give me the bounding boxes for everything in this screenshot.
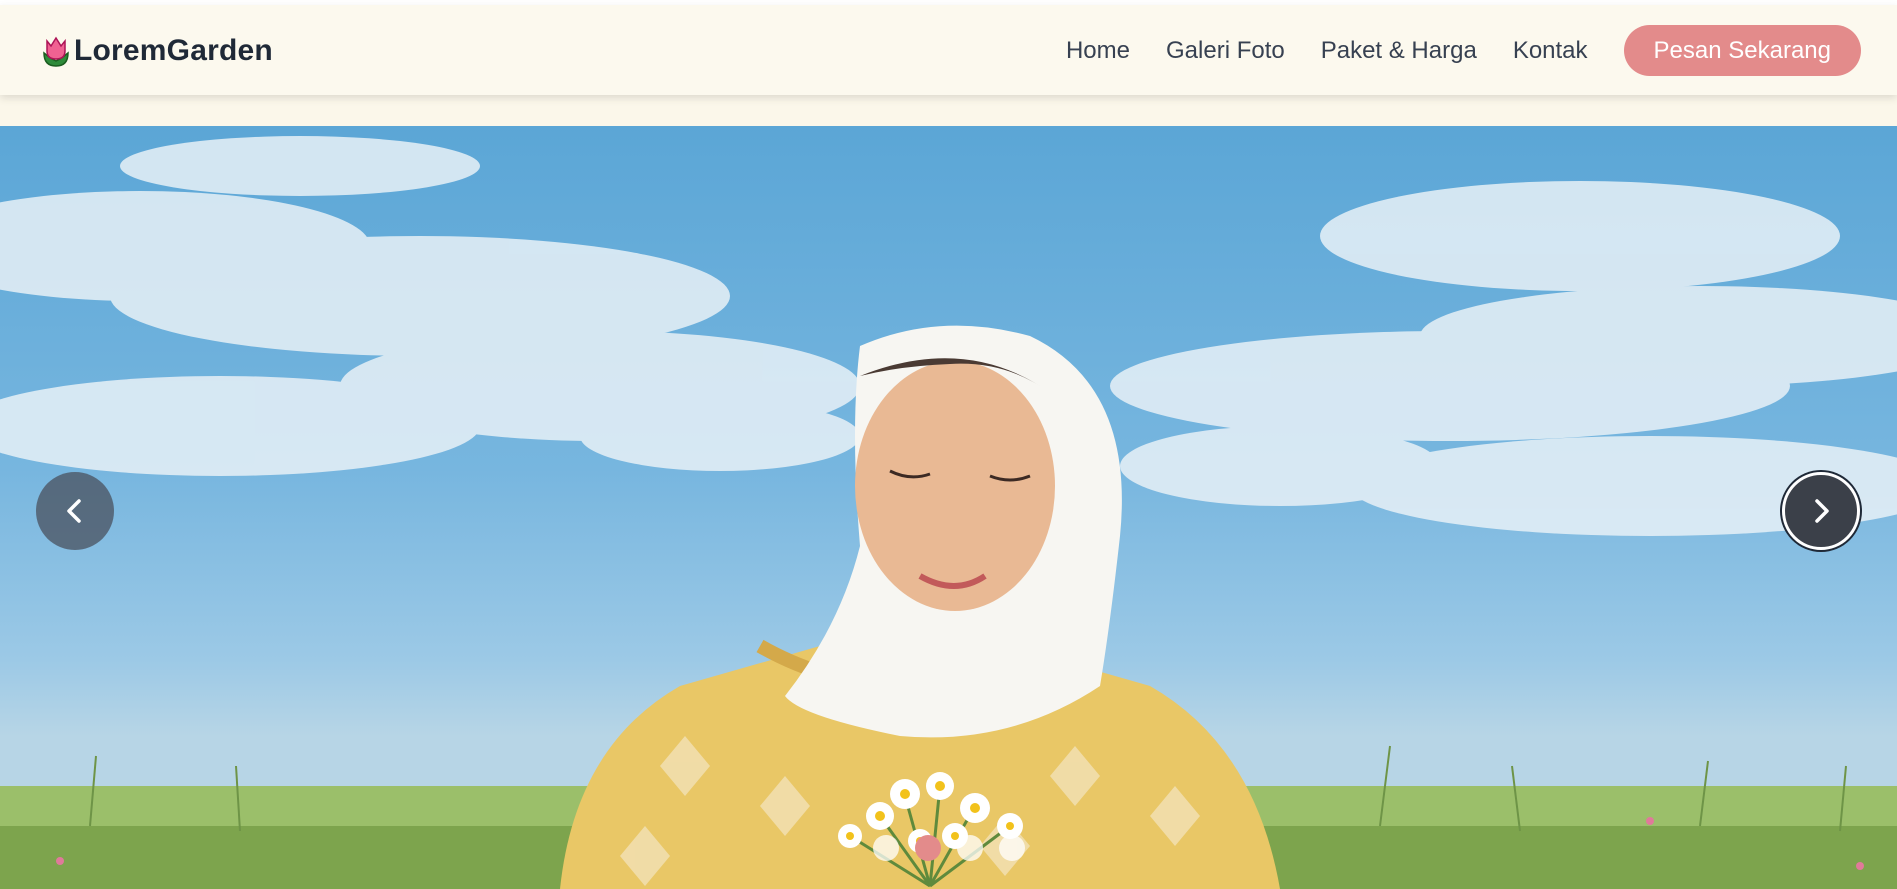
nav-link-paket-harga[interactable]: Paket & Harga	[1321, 37, 1477, 65]
nav-menu: Home Galeri Foto Paket & Harga Kontak Pe…	[1066, 25, 1861, 76]
carousel-indicators	[873, 835, 1041, 861]
carousel-dot[interactable]	[873, 835, 899, 861]
order-now-button[interactable]: Pesan Sekarang	[1623, 25, 1861, 76]
nav-link-kontak[interactable]: Kontak	[1513, 37, 1588, 65]
chevron-right-icon	[1815, 499, 1829, 523]
tulip-icon	[43, 36, 69, 67]
hero-carousel	[0, 126, 1897, 889]
carousel-dot[interactable]	[957, 835, 983, 861]
brand-name: LoremGarden	[74, 34, 273, 67]
carousel-dot[interactable]	[999, 835, 1025, 861]
hero-slide-image	[0, 136, 1897, 889]
nav-link-home[interactable]: Home	[1066, 37, 1130, 65]
navbar: LoremGarden Home Galeri Foto Paket & Har…	[0, 5, 1897, 95]
nav-link-galeri-foto[interactable]: Galeri Foto	[1166, 37, 1285, 65]
carousel-dot[interactable]	[915, 835, 941, 861]
carousel-next-button[interactable]	[1782, 472, 1860, 550]
carousel-prev-button[interactable]	[36, 472, 114, 550]
brand-logo[interactable]: LoremGarden	[40, 33, 273, 69]
chevron-left-icon	[67, 499, 81, 523]
